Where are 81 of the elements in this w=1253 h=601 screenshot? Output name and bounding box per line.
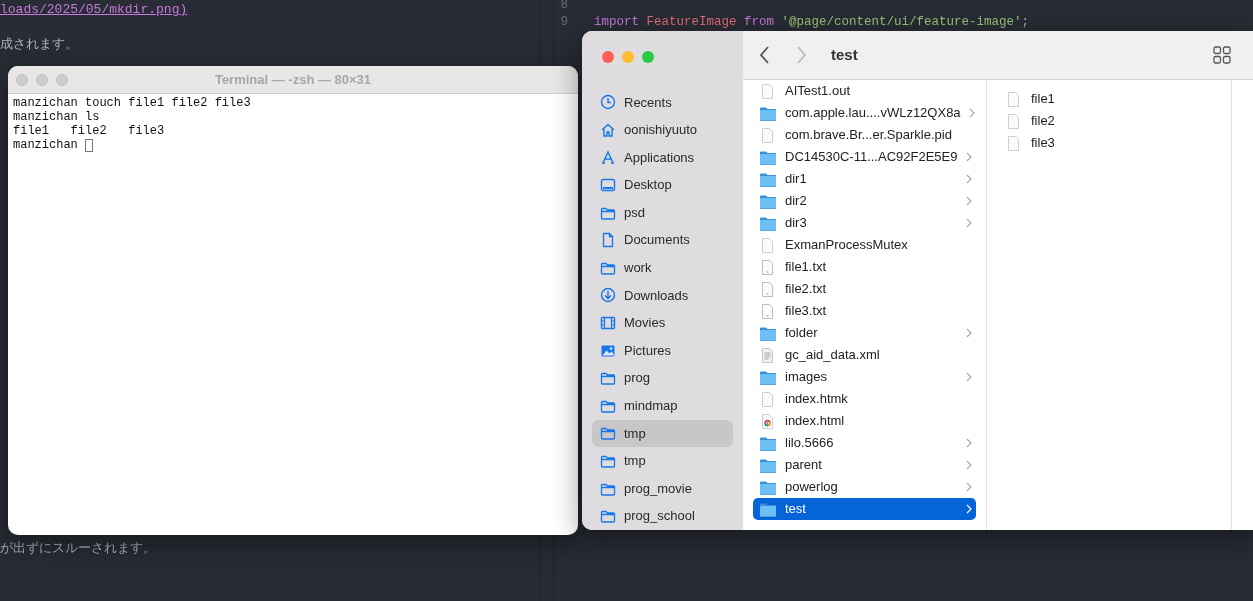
sidebar-item[interactable]: tmp (592, 447, 733, 475)
terminal-line: manzichan ls (13, 110, 100, 124)
file-row[interactable]: lilo.5666 (753, 432, 976, 454)
file-row[interactable]: com.brave.Br...er.Sparkle.pid (753, 124, 976, 146)
sidebar-item[interactable]: psd (592, 198, 733, 227)
sidebar-item[interactable]: oonishiyuuto (592, 116, 733, 144)
file-row[interactable]: file3 (999, 132, 1221, 154)
sidebar-item[interactable]: Downloads (592, 281, 733, 310)
terminal-line: manzichan touch file1 file2 file3 (13, 96, 251, 110)
file-row[interactable]: test (753, 498, 976, 520)
sidebar-item[interactable]: Applications (592, 143, 733, 172)
chevron-icon (966, 504, 972, 514)
sidebar-item[interactable]: Desktop (592, 171, 733, 199)
file-row[interactable]: index.htmk (753, 388, 976, 410)
sidebar-item[interactable]: Recents (592, 88, 733, 117)
sidebar-item[interactable]: tmp (592, 419, 733, 448)
chevron-icon (966, 328, 972, 338)
file-row[interactable]: file1 (999, 88, 1221, 110)
desktop-icon (600, 177, 616, 194)
sidebar-item[interactable]: Movies (592, 309, 733, 337)
chevron-icon (966, 152, 972, 162)
back-button[interactable] (759, 45, 771, 65)
view-button[interactable] (1213, 46, 1231, 64)
close-button[interactable] (16, 74, 28, 86)
chevron-icon (968, 108, 975, 118)
sidebar-item[interactable]: work (592, 254, 733, 282)
chevron-icon (966, 174, 972, 184)
terminal-line: file1 file2 file3 (13, 124, 165, 138)
sidebar-item[interactable]: Pictures (592, 336, 733, 365)
sidebar-item[interactable]: mindmap (592, 392, 733, 420)
file-row[interactable]: powerlog (753, 476, 976, 498)
document-icon (600, 232, 616, 249)
sidebar-item[interactable]: prog_school (592, 502, 733, 530)
grid-view-icon (1213, 46, 1231, 64)
folder-icon (600, 425, 616, 442)
chevron-icon (966, 196, 972, 206)
file-row[interactable]: file3.txt (753, 300, 976, 322)
folder-icon (600, 370, 616, 387)
file-row[interactable]: DC14530C-11...AC92F2E5E9 (753, 146, 976, 168)
chevron-icon (966, 372, 972, 382)
file-row[interactable]: com.apple.lau....vWLz12QX8a (753, 102, 976, 124)
close-button[interactable] (602, 51, 614, 63)
line-number: 8 (559, 0, 569, 14)
file-row[interactable]: file1.txt (753, 256, 976, 278)
editor-text: 成されます。 (0, 36, 79, 53)
file-row[interactable]: dir2 (753, 190, 976, 212)
film-icon (600, 315, 616, 331)
zoom-button[interactable] (642, 51, 654, 63)
editor-text: が出ずにスルーされます。 (0, 540, 157, 557)
file-row[interactable]: gc_aid_data.xml (753, 344, 976, 366)
file-row[interactable]: folder (753, 322, 976, 344)
minimize-button[interactable] (622, 51, 634, 63)
file-row[interactable]: index.html (753, 410, 976, 432)
chevron-icon (966, 438, 972, 448)
window-title: test (831, 44, 858, 65)
file-row[interactable]: dir1 (753, 168, 976, 190)
download-icon (600, 287, 616, 304)
apps-icon (600, 149, 616, 166)
house-icon (600, 121, 616, 138)
terminal-line: manzichan (13, 138, 78, 152)
window-title: Terminal — -zsh — 80×31 (214, 70, 372, 89)
minimize-button[interactable] (36, 74, 48, 86)
sidebar-item[interactable]: prog_movie (592, 474, 733, 503)
clock-icon (600, 94, 616, 111)
file-row[interactable]: file2 (999, 110, 1221, 132)
file-row[interactable]: ExmanProcessMutex (753, 234, 976, 256)
file-row[interactable]: dir3 (753, 212, 976, 234)
file-row[interactable]: file2.txt (753, 278, 976, 300)
file-row[interactable]: AITest1.out (753, 80, 976, 102)
line-number: 9 (559, 14, 569, 31)
code-text: import FeatureImage from '@page/content/ui/feature-image'; (594, 15, 1030, 29)
chevron-icon (966, 218, 972, 228)
folder-icon (600, 508, 616, 525)
forward-button[interactable] (795, 45, 807, 65)
file-row[interactable]: images (753, 366, 976, 388)
sidebar-item[interactable]: Documents (592, 226, 733, 254)
zoom-button[interactable] (56, 74, 68, 86)
chevron-icon (966, 460, 972, 470)
file-row[interactable]: parent (753, 454, 976, 476)
sidebar-item[interactable]: prog (592, 364, 733, 392)
chevron-icon (966, 482, 972, 492)
